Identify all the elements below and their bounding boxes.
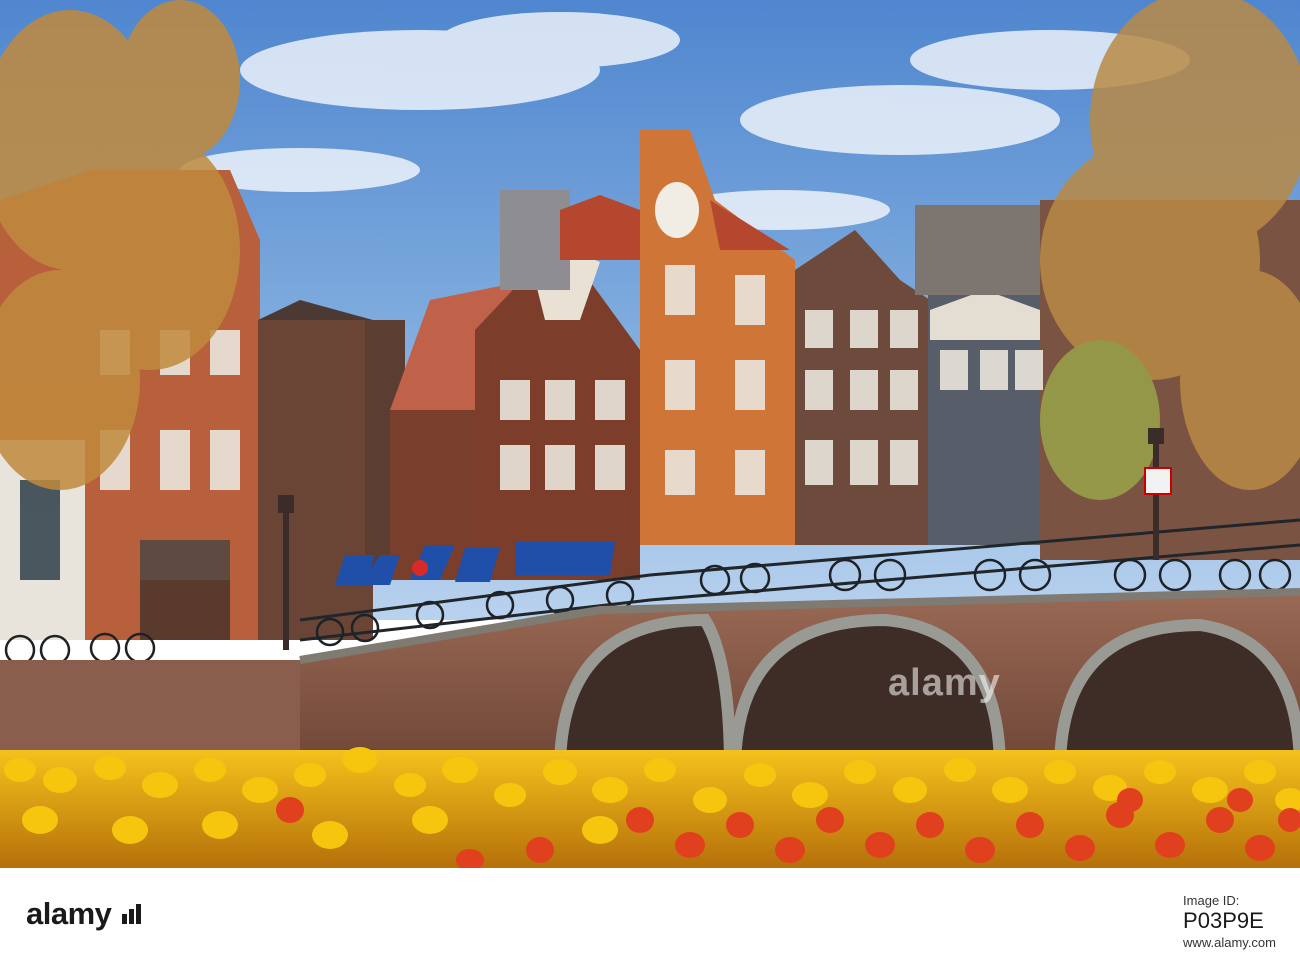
image-id-value: P03P9E: [1183, 908, 1264, 933]
grey-block: [500, 190, 570, 290]
parking-sign: [1144, 467, 1172, 495]
amsterdam-canal-scene: [0, 0, 1300, 868]
image-id-block: Image ID: P03P9E www.alamy.com: [1183, 893, 1276, 950]
image-id-label: Image ID:: [1183, 893, 1240, 908]
footer-bar: [0, 868, 1300, 956]
site-url: www.alamy.com: [1183, 935, 1276, 950]
photo: alamy: [0, 0, 1300, 868]
canal-wall: [0, 660, 320, 760]
footer-logo-text: alamy: [26, 896, 112, 931]
footer-logo: alamy: [26, 896, 145, 932]
alamy-mark-icon: [122, 904, 142, 924]
no-entry-sign: [412, 560, 428, 576]
grey-blue-house: [928, 265, 1040, 545]
